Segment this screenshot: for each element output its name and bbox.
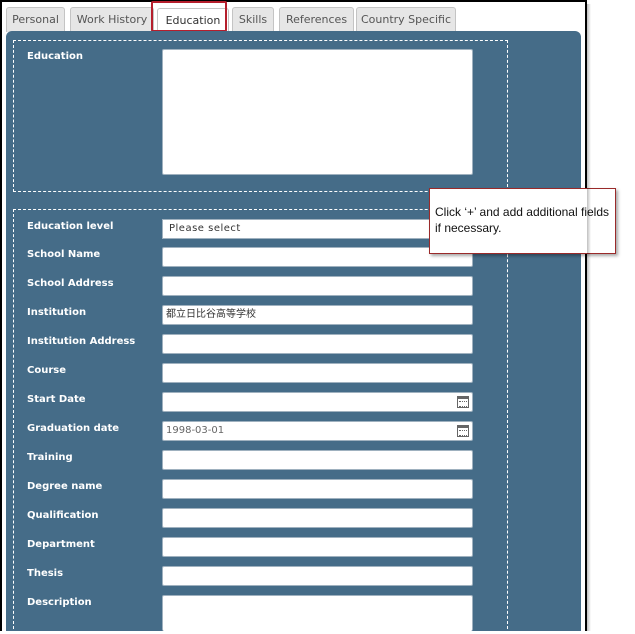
calendar-icon[interactable] bbox=[457, 396, 469, 408]
institution-field[interactable]: 都立日比谷高等学校 bbox=[162, 305, 473, 325]
start-date-field[interactable] bbox=[162, 392, 473, 412]
education-textarea[interactable] bbox=[162, 49, 473, 175]
degree-name-label: Degree name bbox=[27, 481, 103, 492]
school-name-label: School Name bbox=[27, 249, 101, 260]
description-textarea[interactable] bbox=[162, 595, 473, 631]
tab-personal[interactable]: Personal bbox=[6, 7, 65, 32]
department-field[interactable] bbox=[162, 537, 473, 557]
course-field[interactable] bbox=[162, 363, 473, 383]
frame-shadow bbox=[587, 4, 591, 631]
qualification-label: Qualification bbox=[27, 510, 99, 521]
institution-address-label: Institution Address bbox=[27, 336, 136, 347]
institution-label: Institution bbox=[27, 307, 87, 318]
graduation-date-value: 1998-03-01 bbox=[166, 425, 225, 436]
graduation-date-label: Graduation date bbox=[27, 423, 120, 434]
training-label: Training bbox=[27, 452, 73, 463]
qualification-field[interactable] bbox=[162, 508, 473, 528]
degree-name-field[interactable] bbox=[162, 479, 473, 499]
school-name-field[interactable] bbox=[162, 247, 473, 267]
school-address-field[interactable] bbox=[162, 276, 473, 296]
graduation-date-field[interactable]: 1998-03-01 bbox=[162, 421, 473, 441]
start-date-label: Start Date bbox=[27, 394, 86, 405]
thesis-field[interactable] bbox=[162, 566, 473, 586]
education-level-select[interactable]: Please select bbox=[162, 219, 473, 239]
tab-skills[interactable]: Skills bbox=[232, 7, 274, 32]
school-address-label: School Address bbox=[27, 278, 114, 289]
course-label: Course bbox=[27, 365, 66, 376]
help-callout-text: Click ‘+’ and add additional fields if n… bbox=[435, 205, 609, 235]
tab-references[interactable]: References bbox=[279, 7, 354, 32]
tab-work-history[interactable]: Work History bbox=[70, 7, 154, 32]
institution-address-field[interactable] bbox=[162, 334, 473, 354]
tab-education[interactable]: Education bbox=[157, 8, 229, 33]
training-field[interactable] bbox=[162, 450, 473, 470]
education-level-label: Education level bbox=[27, 221, 114, 232]
tab-country-specific[interactable]: Country Specific bbox=[356, 7, 456, 32]
thesis-label: Thesis bbox=[27, 568, 64, 579]
description-label: Description bbox=[27, 597, 92, 608]
education-label: Education bbox=[27, 51, 83, 62]
department-label: Department bbox=[27, 539, 95, 550]
calendar-icon[interactable] bbox=[457, 425, 469, 437]
